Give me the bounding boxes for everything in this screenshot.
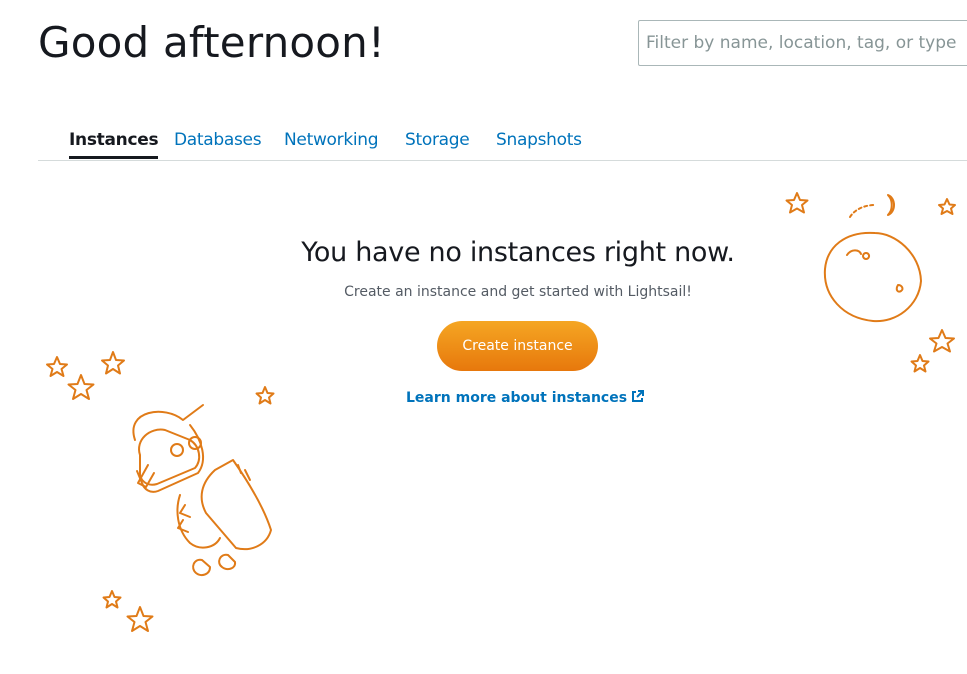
star-icon [67, 374, 95, 400]
tab-instances[interactable]: Instances [69, 130, 159, 159]
star-icon [910, 354, 930, 373]
empty-state-subtitle: Create an instance and get started with … [344, 284, 692, 300]
tab-snapshots[interactable]: Snapshots [496, 130, 582, 150]
resource-tabs: Instances Databases Networking Storage S… [38, 124, 967, 161]
star-icon [938, 198, 956, 215]
star-icon [102, 590, 122, 609]
filter-search-input[interactable] [638, 20, 967, 66]
greeting-heading: Good afternoon! [38, 18, 386, 67]
external-link-icon [632, 390, 645, 402]
tab-networking[interactable]: Networking [284, 130, 379, 150]
star-icon [785, 192, 809, 214]
tab-storage[interactable]: Storage [405, 130, 470, 150]
star-icon [255, 386, 275, 405]
star-icon [101, 351, 125, 375]
empty-state-title: You have no instances right now. [301, 237, 735, 268]
learn-more-label: Learn more about instances [406, 390, 628, 406]
create-instance-button[interactable]: Create instance [437, 321, 598, 371]
star-icon [929, 329, 955, 353]
robot-illustration [46, 351, 275, 632]
learn-more-instances-link[interactable]: Learn more about instances [406, 390, 645, 406]
star-icon [46, 356, 68, 377]
star-icon [126, 606, 154, 632]
tab-databases[interactable]: Databases [174, 130, 262, 150]
